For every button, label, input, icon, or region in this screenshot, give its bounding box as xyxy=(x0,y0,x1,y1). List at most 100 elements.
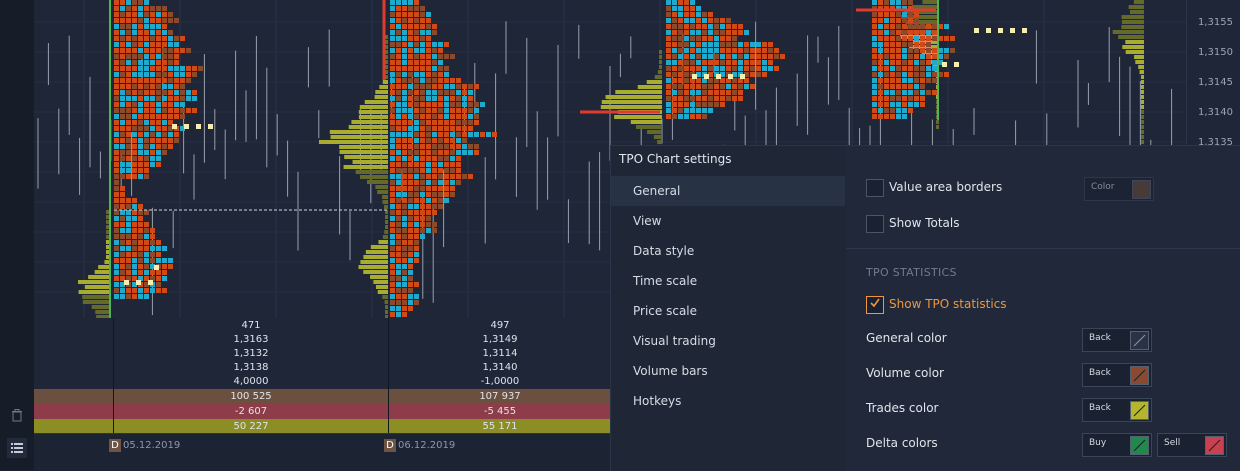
tpo-cell xyxy=(390,192,395,197)
tpo-cell xyxy=(402,252,407,257)
tpo-cell xyxy=(726,36,731,41)
tpo-cell xyxy=(390,210,395,215)
tpo-cell xyxy=(174,108,179,113)
show-tpo-statistics-checkbox[interactable] xyxy=(866,296,884,314)
tpo-cell xyxy=(168,42,173,47)
list-icon[interactable] xyxy=(7,438,27,458)
tpo-cell xyxy=(444,186,449,191)
tpo-cell xyxy=(120,222,125,227)
volume-profile-bar xyxy=(659,60,662,64)
nav-item-visual-trading[interactable]: Visual trading xyxy=(611,326,845,356)
tpo-cell xyxy=(432,84,437,89)
tpo-cell xyxy=(890,24,895,29)
delta-buy-color-button[interactable]: Buy xyxy=(1082,433,1152,457)
tpo-cell xyxy=(390,78,395,83)
tpo-cell xyxy=(696,36,701,41)
tpo-cell xyxy=(426,60,431,65)
tpo-cell xyxy=(426,102,431,107)
tpo-cell xyxy=(438,60,443,65)
tpo-cell xyxy=(738,66,743,71)
tpo-cell xyxy=(390,144,395,149)
volume-profile-bar xyxy=(385,220,388,224)
trades-color-button[interactable]: Back xyxy=(1082,398,1152,422)
tpo-cell xyxy=(896,48,901,53)
tpo-cell xyxy=(890,102,895,107)
tpo-cell xyxy=(120,210,125,215)
tpo-cell xyxy=(420,162,425,167)
nav-item-volume-bars[interactable]: Volume bars xyxy=(611,356,845,386)
tpo-cell xyxy=(408,6,413,11)
tpo-cell xyxy=(402,198,407,203)
volume-profile-bar xyxy=(385,225,388,229)
tpo-cell xyxy=(396,132,401,137)
volume-color-button[interactable]: Back xyxy=(1082,363,1152,387)
value-area-color-button[interactable]: Color xyxy=(1084,177,1154,201)
volume-profile-bar xyxy=(1141,75,1144,79)
nav-item-view[interactable]: View xyxy=(611,206,845,236)
nav-item-hotkeys[interactable]: Hotkeys xyxy=(611,386,845,416)
tpo-cell xyxy=(756,48,761,53)
tpo-cell xyxy=(114,270,119,275)
tpo-cell xyxy=(768,66,773,71)
tpo-cell xyxy=(914,72,919,77)
tpo-cell xyxy=(684,48,689,53)
general-color-button[interactable]: Back xyxy=(1082,328,1152,352)
nav-item-time-scale[interactable]: Time scale xyxy=(611,266,845,296)
tpo-cell xyxy=(878,108,883,113)
tpo-cell xyxy=(426,42,431,47)
volume-profile-bar xyxy=(363,270,388,274)
tpo-cell xyxy=(132,204,137,209)
tpo-cell xyxy=(402,114,407,119)
tpo-cell xyxy=(732,48,737,53)
tpo-cell xyxy=(690,90,695,95)
tpo-cell xyxy=(414,144,419,149)
tpo-cell xyxy=(426,144,431,149)
nav-item-price-scale[interactable]: Price scale xyxy=(611,296,845,326)
tpo-cell xyxy=(896,90,901,95)
tpo-cell xyxy=(408,198,413,203)
tpo-cell xyxy=(114,246,119,251)
volume-profile-bar xyxy=(647,130,662,134)
tpo-cell xyxy=(432,78,437,83)
tpo-cell xyxy=(150,72,155,77)
volume-profile-bar xyxy=(348,125,388,129)
delta-sell-color-button[interactable]: Sell xyxy=(1157,433,1227,457)
tpo-cell xyxy=(744,30,749,35)
time-axis[interactable]: D 05.12.2019 D 06.12.2019 xyxy=(34,433,612,471)
tpo-cell xyxy=(408,192,413,197)
tpo-cell xyxy=(450,90,455,95)
tpo-cell xyxy=(456,174,461,179)
tpo-cell xyxy=(126,246,131,251)
volume-profile-bar xyxy=(78,280,109,284)
trash-icon[interactable] xyxy=(7,405,27,425)
tpo-cell xyxy=(714,24,719,29)
tpo-cell xyxy=(156,72,161,77)
tpo-cell xyxy=(396,114,401,119)
volume-profile-bar xyxy=(1118,35,1144,39)
tpo-cell xyxy=(702,36,707,41)
tpo-cell xyxy=(878,48,883,53)
tpo-cell xyxy=(414,114,419,119)
tpo-cell xyxy=(138,246,143,251)
nav-item-data-style[interactable]: Data style xyxy=(611,236,845,266)
tpo-cell xyxy=(708,36,713,41)
tpo-cell xyxy=(426,228,431,233)
color-button-label: Buy xyxy=(1089,438,1107,448)
time-label: D 06.12.2019 xyxy=(384,439,455,452)
tpo-cell xyxy=(914,42,919,47)
tpo-cell xyxy=(132,108,137,113)
tpo-cell xyxy=(192,66,197,71)
tpo-cell xyxy=(414,246,419,251)
show-totals-checkbox[interactable] xyxy=(866,215,884,233)
tpo-cell xyxy=(884,96,889,101)
tpo-cell xyxy=(138,144,143,149)
tpo-cell xyxy=(144,72,149,77)
tpo-cell xyxy=(420,174,425,179)
tpo-cell xyxy=(408,294,413,299)
general-color-label: General color xyxy=(866,331,947,345)
tpo-cell xyxy=(396,18,401,23)
tpo-cell xyxy=(414,120,419,125)
nav-item-general[interactable]: General xyxy=(611,176,845,206)
tpo-cell xyxy=(890,30,895,35)
value-area-borders-checkbox[interactable] xyxy=(866,179,884,197)
